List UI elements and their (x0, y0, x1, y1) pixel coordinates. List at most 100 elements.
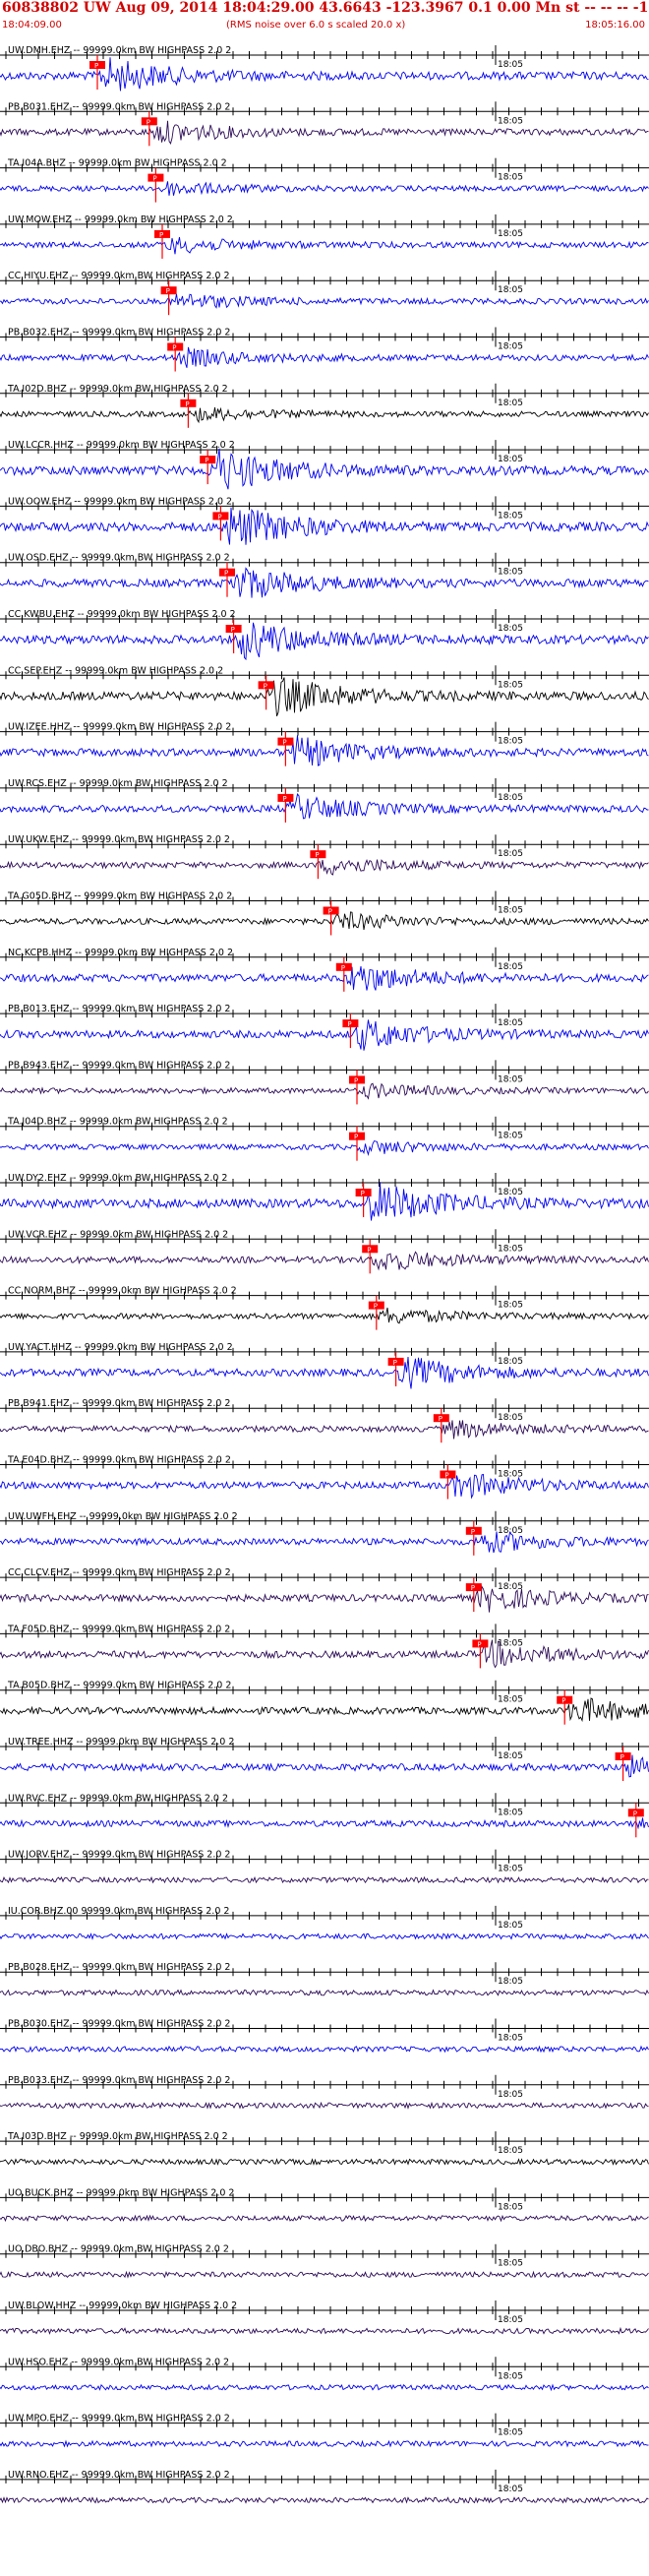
waveform (0, 181, 649, 196)
station-label: CC.KWBU.EHZ -- 99999.0km BW HIGHPASS 2.0… (8, 609, 236, 620)
station-label: PB.B033.EHZ -- 99999.0km BW HIGHPASS 2.0… (8, 2075, 230, 2086)
minute-label: 18:05 (498, 1244, 523, 1254)
station-label: TA.J04D.BHZ -- 99999.0km BW HIGHPASS 2.0… (7, 1117, 228, 1128)
minute-label: 18:05 (498, 2146, 523, 2156)
minute-label: 18:05 (498, 1526, 523, 1536)
station-label: UW.OSD.EHZ -- 99999.0km BW HIGHPASS 2.0 … (8, 553, 230, 564)
minute-label: 18:05 (498, 2034, 523, 2044)
waveform (0, 966, 649, 991)
station-label: TA.E04D.BHZ -- 99999.0km BW HIGHPASS 2.0… (7, 1455, 231, 1466)
pick-label: P (231, 626, 235, 634)
waveform (0, 1182, 649, 1221)
pick-label: P (94, 62, 98, 70)
station-label: PB.B030.EHZ -- 99999.0km BW HIGHPASS 2.0… (8, 2019, 230, 2030)
waveform (0, 2101, 649, 2110)
minute-label: 18:05 (498, 511, 523, 521)
waveform (0, 346, 649, 368)
pick-label: P (354, 1076, 358, 1084)
pick-label: P (471, 1528, 475, 1536)
minute-label: 18:05 (498, 1357, 523, 1367)
pick-label: P (374, 1303, 378, 1311)
pick-label: P (341, 964, 345, 972)
minute-label: 18:05 (498, 1808, 523, 1817)
station-label: UW.TREE.HHZ -- 99999.0km BW HIGHPASS 2.0… (8, 1737, 234, 1748)
pick-label: P (159, 231, 163, 239)
waveform (0, 911, 649, 930)
station-label: UW.LCCR.HHZ -- 99999.0km BW HIGHPASS 2.0… (8, 440, 235, 451)
minute-label: 18:05 (498, 737, 523, 747)
minute-label: 18:05 (498, 849, 523, 859)
station-label: PB.B943.EHZ -- 99999.0km BW HIGHPASS 2.0… (8, 1060, 230, 1071)
station-label: PB.B013.EHZ -- 99999.0km BW HIGHPASS 2.0… (8, 1004, 230, 1014)
minute-label: 18:05 (498, 624, 523, 634)
waveform (0, 2158, 649, 2166)
station-label: UW.DY2.EHZ -- 99999.0km BW HIGHPASS 2.0 … (8, 1173, 227, 1184)
station-label: UW.BLOW.HHZ -- 99999.0km BW HIGHPASS 2.0… (8, 2300, 237, 2311)
minute-label: 18:05 (498, 1751, 523, 1761)
waveform (0, 448, 649, 490)
station-label: CC.SEP.EHZ -- 99999.0km BW HIGHPASS 2.0 … (8, 665, 223, 676)
minute-label: 18:05 (498, 793, 523, 803)
waveform (0, 1989, 649, 1996)
station-label: UW.JORV.EHZ -- 99999.0km BW HIGHPASS 2.0… (8, 1850, 230, 1861)
waveform (0, 293, 649, 309)
waveform (0, 1639, 649, 1669)
waveform (0, 1019, 649, 1051)
waveform (0, 1251, 649, 1271)
station-label: UW.IZEE.HHZ -- 99999.0km BW HIGHPASS 2.0… (8, 722, 231, 733)
station-label: PB.B032.EHZ -- 99999.0km BW HIGHPASS 2.0… (8, 328, 230, 338)
pick-label: P (477, 1640, 481, 1648)
station-label: UW.MOW.EHZ -- 99999.0km BW HIGHPASS 2.0 … (8, 215, 233, 225)
minute-label: 18:05 (498, 2428, 523, 2438)
waveform (0, 507, 649, 545)
pick-label: P (393, 1359, 397, 1367)
station-label: UW.UWFH.EHZ -- 99999.0km BW HIGHPASS 2.0… (8, 1511, 238, 1522)
minute-label: 18:05 (498, 285, 523, 295)
pick-label: P (315, 851, 319, 859)
waveform (0, 1473, 649, 1500)
seismogram-page: { "header": { "title": "60838802 UW Aug … (0, 0, 649, 2576)
minute-label: 18:05 (498, 1188, 523, 1197)
station-label: UO.DBO.BHZ -- 99999.0km BW HIGHPASS 2.0 … (8, 2244, 229, 2255)
waveform (0, 120, 649, 146)
pick-label: P (282, 795, 286, 803)
pick-label: P (328, 908, 332, 916)
station-label: TA.G05D.BHZ -- 99999.0km BW HIGHPASS 2.0… (7, 891, 232, 902)
pick-label: P (166, 287, 170, 295)
waveform (0, 2383, 649, 2392)
station-label: CC.CLCV.EHZ -- 99999.0km BW HIGHPASS 2.0… (8, 1567, 231, 1578)
minute-label: 18:05 (498, 906, 523, 916)
station-label: UW.OOW.EHZ -- 99999.0km BW HIGHPASS 2.0 … (8, 496, 232, 507)
minute-label: 18:05 (498, 1132, 523, 1141)
minute-label: 18:05 (498, 1413, 523, 1423)
station-label: PB.B031.EHZ -- 99999.0km BW HIGHPASS 2.0… (8, 101, 230, 112)
pick-label: P (439, 1415, 442, 1423)
station-label: CC.HIYU.EHZ -- 99999.0km BW HIGHPASS 2.0… (8, 271, 230, 281)
pick-label: P (620, 1753, 624, 1761)
minute-label: 18:05 (498, 2484, 523, 2494)
waveform (0, 1082, 649, 1100)
pick-label: P (205, 457, 208, 464)
pick-label: P (347, 1020, 351, 1028)
pick-label: P (282, 739, 286, 747)
waveform (0, 1754, 649, 1778)
waveform (0, 567, 649, 598)
pick-label: P (361, 1190, 365, 1197)
station-label: TA.F05D.BHZ -- 99999.0km BW HIGHPASS 2.0… (7, 1624, 230, 1634)
minute-label: 18:05 (498, 1018, 523, 1028)
station-label: TA.I03D.BHZ -- 99999.0km BW HIGHPASS 2.0… (7, 2131, 228, 2142)
pick-label: P (367, 1246, 371, 1254)
waveform (0, 1307, 649, 1324)
waveform (0, 1932, 649, 1940)
waveform (0, 1817, 649, 1830)
station-label: UW.MPO.EHZ -- 99999.0km BW HIGHPASS 2.0 … (8, 2414, 230, 2424)
waveform (0, 1531, 649, 1554)
pick-label: P (264, 682, 267, 690)
station-label: IU.COR.BHZ.00 99999.0km BW HIGHPASS 2.0 … (8, 1906, 229, 1917)
pick-label: P (561, 1697, 565, 1705)
station-label: TA.B05D.BHZ -- 99999.0km BW HIGHPASS 2.0… (7, 1681, 231, 1691)
waveform (0, 2045, 649, 2054)
station-label: UW.UKW.EHZ -- 99999.0km BW HIGHPASS 2.0 … (8, 834, 230, 845)
waveform (0, 2214, 649, 2223)
station-label: TA.I02D.BHZ -- 99999.0km BW HIGHPASS 2.0… (7, 384, 228, 395)
